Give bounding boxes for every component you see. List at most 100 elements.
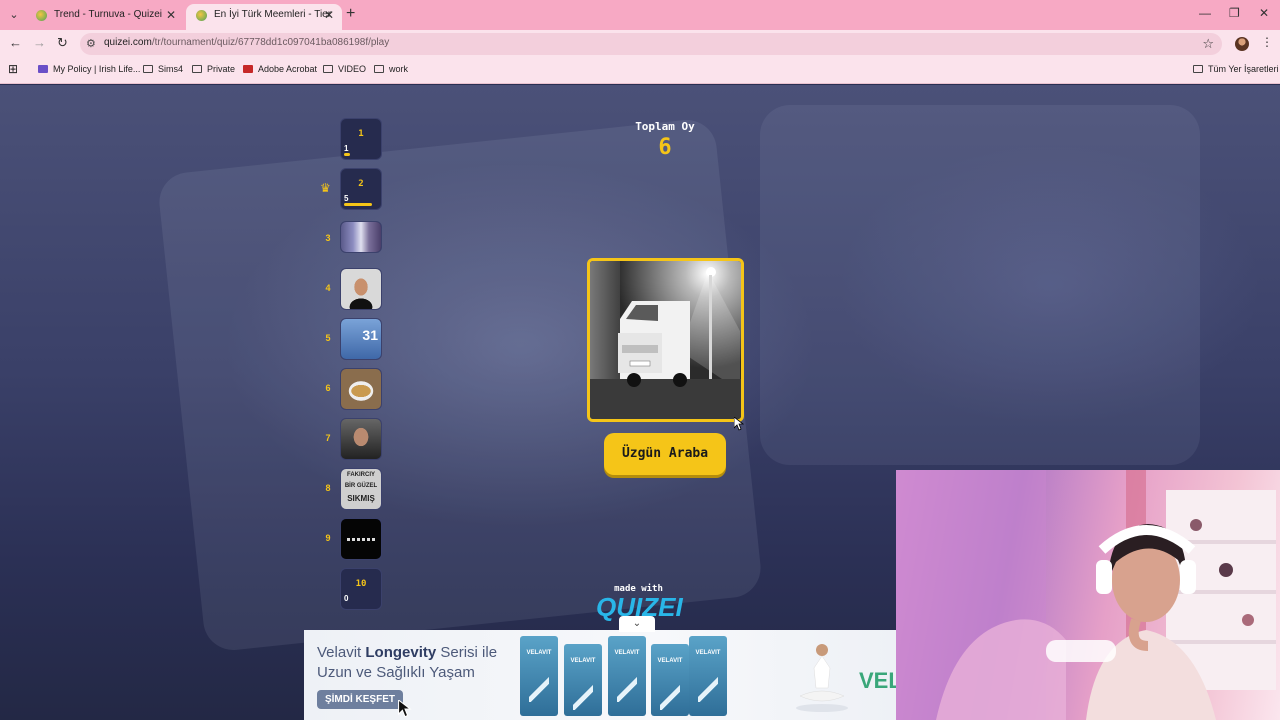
tab-title: Trend - Turnuva - Quizei [54, 9, 163, 20]
rank-thumbnail: 31 [340, 318, 382, 360]
crown-icon: ♛ [320, 181, 331, 195]
rank-card-label: 2 [358, 179, 364, 189]
bookmark-sims4[interactable]: Sims4 [143, 64, 183, 74]
rank-thumbnail: FAKIRCIY BİR GÜZEL SIKMIŞ [340, 468, 382, 510]
rank-item[interactable]: 1 1 [318, 118, 388, 162]
tab-bar: ⌄ Trend - Turnuva - Quizei ✕ En İyi Türk… [0, 0, 1280, 42]
rank-item[interactable]: 5 31 [318, 318, 388, 362]
site-info-icon[interactable]: ⚙ [86, 37, 96, 50]
white-van-photo [590, 261, 741, 419]
ad-banner[interactable]: ⌄ Velavit Longevity Serisi ile Uzun ve S… [304, 616, 902, 720]
thumbnail-image [341, 419, 381, 459]
address-bar[interactable]: ⚙ quizei.com/tr/tournament/quiz/67778dd1… [80, 33, 1222, 55]
bookmark-my-policy[interactable]: My Policy | Irish Life... [38, 64, 140, 74]
pdf-icon [243, 65, 253, 73]
meditating-woman-image [796, 644, 848, 712]
vote-bar [344, 203, 372, 206]
rank-card-label: 1 [358, 129, 364, 139]
thumbnail-text: SIKMIŞ [347, 494, 375, 503]
bookmarks-bar: ⊞ My Policy | Irish Life... Sims4 Privat… [0, 58, 1280, 84]
product-box: VELAVIT [564, 644, 602, 716]
rank-card: 1 1 [340, 118, 382, 160]
bookmark-private[interactable]: Private [192, 64, 235, 74]
current-item-image[interactable] [587, 258, 744, 422]
rank-item[interactable]: 4 [318, 268, 388, 312]
made-with-quizei[interactable]: made with QUIZEI [596, 584, 683, 620]
url-text: quizei.com/tr/tournament/quiz/67778dd1c0… [104, 37, 390, 48]
thumbnail-image [341, 369, 381, 409]
browser-menu-icon[interactable]: ⋮ [1261, 35, 1273, 49]
policy-favicon-icon [38, 65, 48, 73]
rank-item[interactable]: ♛ 2 5 [318, 168, 388, 212]
apps-grid-icon[interactable]: ⊞ [8, 62, 18, 76]
rank-item[interactable]: 3 [318, 218, 388, 262]
rank-item[interactable]: 7 [318, 418, 388, 462]
thumbnail-text: BİR GÜZEL [344, 483, 378, 489]
minimize-icon[interactable]: — [1199, 6, 1211, 20]
arabic-script-decoration [347, 538, 377, 541]
rank-item[interactable]: 10 0 [318, 568, 388, 612]
collapse-ad-chevron-icon[interactable]: ⌄ [619, 616, 655, 632]
rank-card-label: 10 [355, 579, 367, 589]
thumbnail-image [341, 269, 381, 309]
close-tab-icon[interactable]: ✕ [324, 4, 334, 26]
rank-number: 9 [325, 533, 331, 543]
reload-icon[interactable]: ↻ [57, 35, 68, 51]
bookmark-video[interactable]: VIDEO [323, 64, 366, 74]
webcam-overlay [896, 470, 1280, 720]
bookmark-work[interactable]: work [374, 64, 408, 74]
quizei-favicon-icon [36, 10, 47, 21]
total-votes-label: Toplam Oy [635, 120, 695, 133]
streamer-webcam-image [896, 470, 1276, 720]
product-box: VELAVIT [520, 636, 558, 716]
close-window-icon[interactable]: ✕ [1259, 6, 1269, 20]
bookmark-star-icon[interactable]: ☆ [1202, 36, 1214, 52]
total-votes: Toplam Oy 6 [600, 120, 730, 160]
folder-icon [1193, 65, 1203, 73]
new-tab-icon[interactable]: + [346, 5, 355, 23]
rank-number: 5 [325, 333, 331, 343]
rank-number: 7 [325, 433, 331, 443]
folder-icon [374, 65, 384, 73]
thumbnail-text: FAKIRCIY [346, 472, 375, 478]
forward-icon[interactable]: → [33, 35, 46, 50]
all-bookmarks[interactable]: Tüm Yer İşaretleri [1193, 64, 1279, 74]
folder-icon [323, 65, 333, 73]
tab-search-chevron-icon[interactable]: ⌄ [5, 6, 23, 24]
ad-headline: Velavit Longevity Serisi ile [317, 644, 498, 661]
rank-item[interactable]: 6 [318, 368, 388, 412]
rank-thumbnail [340, 518, 382, 560]
rank-number: 6 [325, 383, 331, 393]
rank-votes: 1 [344, 144, 349, 153]
rank-thumbnail [340, 418, 382, 460]
back-icon[interactable]: ← [9, 35, 22, 50]
ad-cta-button[interactable]: ŞİMDİ KEŞFET [317, 690, 403, 709]
rank-number: 3 [325, 233, 331, 243]
rank-item[interactable]: 8 FAKIRCIY BİR GÜZEL SIKMIŞ [318, 468, 388, 512]
background-blur [760, 105, 1200, 465]
mouse-cursor-icon [398, 700, 412, 718]
restore-icon[interactable]: ❐ [1229, 6, 1240, 20]
rank-card: 2 5 [340, 168, 382, 210]
total-votes-value: 6 [658, 135, 672, 160]
rank-thumbnail [340, 221, 382, 253]
profile-avatar[interactable] [1235, 37, 1249, 51]
rank-number: 4 [325, 283, 331, 293]
close-tab-icon[interactable]: ✕ [166, 4, 176, 26]
folder-icon [143, 65, 153, 73]
thumbnail-text: 31 [362, 327, 378, 343]
rank-number: 8 [325, 483, 331, 493]
tab-tier-list[interactable]: En İyi Türk Meemleri - Tier List... ✕ [186, 4, 342, 42]
current-item-name-button[interactable]: Üzgün Araba [604, 433, 726, 475]
vote-bar [344, 153, 350, 156]
product-box: VELAVIT [608, 636, 646, 716]
rank-card: 10 0 [340, 568, 382, 610]
ad-subheadline: Uzun ve Sağlıklı Yaşam [317, 664, 475, 681]
rank-item[interactable]: 9 [318, 518, 388, 562]
tab-trend[interactable]: Trend - Turnuva - Quizei ✕ [26, 4, 184, 30]
mouse-cursor-icon [734, 417, 744, 431]
thumbnail-image [341, 222, 381, 252]
rank-votes: 0 [344, 594, 349, 603]
product-box: VELAVIT [689, 636, 727, 716]
bookmark-adobe-acrobat[interactable]: Adobe Acrobat [243, 64, 317, 74]
